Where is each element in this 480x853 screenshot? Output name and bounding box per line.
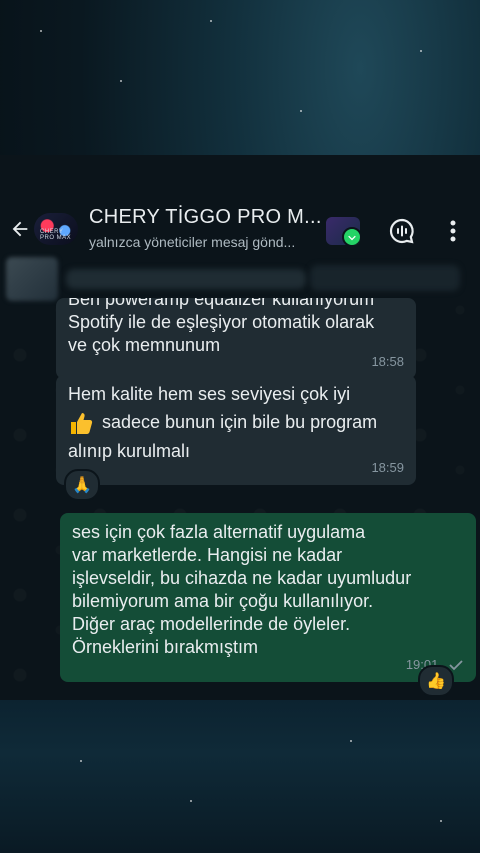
thumbs-up-emoji-icon bbox=[71, 413, 93, 434]
back-button[interactable] bbox=[6, 215, 34, 243]
reaction-badge[interactable]: 👍 bbox=[418, 665, 454, 697]
message-line: var marketlerde. Hangisi ne kadar bbox=[72, 545, 343, 565]
message-line: ses için çok fazla alternatif uygulama bbox=[72, 522, 366, 542]
whatsapp-screen: CHERY PRO MAX CHERY TİGGO PRO M... yalnı… bbox=[0, 155, 480, 700]
chat-header: CHERY PRO MAX CHERY TİGGO PRO M... yalnı… bbox=[0, 155, 480, 255]
message-line: işlevseldir, bu cihazda ne kadar uyumlud… bbox=[72, 568, 412, 588]
star bbox=[40, 30, 42, 32]
arrow-left-icon bbox=[12, 221, 28, 237]
avatar-text: CHERY PRO MAX bbox=[40, 229, 72, 241]
blurred-text bbox=[310, 265, 460, 291]
star bbox=[190, 800, 192, 802]
group-name[interactable]: CHERY TİGGO PRO M... bbox=[89, 206, 322, 229]
message-line: Diğer araç modellerinde de öyleler. bbox=[72, 614, 351, 634]
voice-chat-button[interactable] bbox=[387, 216, 417, 246]
message-time: 18:58 bbox=[371, 354, 404, 369]
message-line: bilemiyorum ama bir çoğu kullanılıyor. bbox=[72, 591, 374, 611]
blurred-text bbox=[66, 269, 306, 289]
star bbox=[440, 820, 442, 822]
reaction-badge[interactable]: 🙏 bbox=[64, 469, 100, 501]
blurred-thumbnail bbox=[6, 257, 58, 301]
message-bubble[interactable]: Ben poweramp equalizer kullanıyorum Spot… bbox=[56, 298, 416, 379]
community-button[interactable] bbox=[326, 217, 360, 245]
audio-wave-icon bbox=[389, 218, 414, 244]
message-time: 18:59 bbox=[371, 460, 404, 475]
star bbox=[420, 50, 422, 52]
chat-area[interactable]: Ben poweramp equalizer kullanıyorum Spot… bbox=[0, 255, 480, 700]
message-line: Hem kalite hem ses seviyesi çok iyi bbox=[68, 384, 351, 404]
wallpaper-bottom bbox=[0, 700, 480, 853]
message-bubble-outgoing[interactable]: ses için çok fazla alternatif uygulama v… bbox=[60, 513, 476, 682]
group-subtitle: yalnızca yöneticiler mesaj gönd... bbox=[89, 234, 296, 250]
star bbox=[80, 760, 82, 762]
message-text: Ben poweramp equalizer kullanıyorum Spot… bbox=[68, 298, 404, 357]
more-options-button[interactable] bbox=[440, 218, 466, 244]
star bbox=[300, 110, 302, 112]
message-line: alınıp kurulmalı bbox=[68, 441, 191, 461]
star bbox=[120, 80, 122, 82]
message-line-text: sadece bunun için bile bu program bbox=[102, 411, 378, 432]
star bbox=[210, 20, 212, 22]
message-line: sadece bunun için bile bu program bbox=[68, 410, 404, 436]
more-vertical-icon bbox=[450, 220, 456, 242]
check-badge-icon bbox=[342, 227, 360, 245]
star bbox=[350, 740, 352, 742]
message-line: ve çok memnunum bbox=[68, 335, 221, 355]
message-line: Spotify ile de eşleşiyor otomatik olarak bbox=[68, 312, 375, 332]
group-avatar[interactable]: CHERY PRO MAX bbox=[34, 213, 78, 245]
message-line: Ben poweramp equalizer kullanıyorum bbox=[68, 298, 375, 309]
message-bubble[interactable]: Hem kalite hem ses seviyesi çok iyi sade… bbox=[56, 375, 416, 485]
